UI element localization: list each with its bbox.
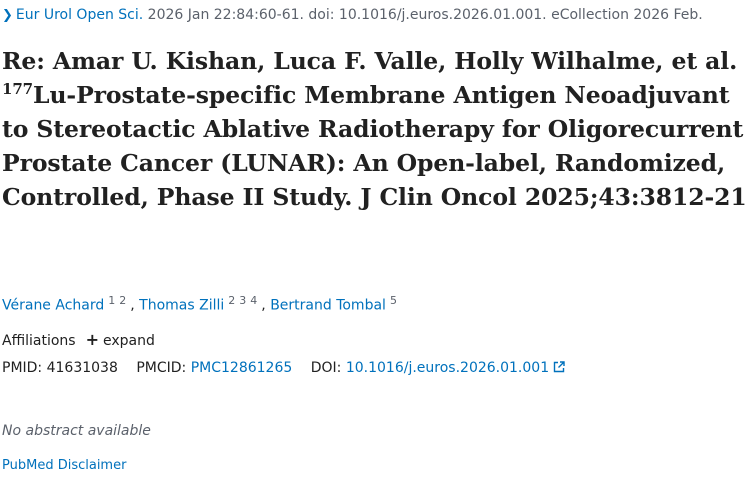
identifiers-row: PMID: 41631038 PMCID: PMC12861265 DOI: 1…	[2, 359, 565, 377]
authors-list: Vérane Achard 1 2, Thomas Zilli 2 3 4, Bertra…	[2, 292, 401, 315]
pmcid-label: PMCID:	[136, 360, 187, 376]
affiliation-number[interactable]: 4	[250, 294, 257, 307]
author-link[interactable]: Thomas Zilli	[139, 298, 224, 314]
chevron-right-icon[interactable]: ❯	[2, 8, 13, 23]
external-link-icon[interactable]	[553, 361, 565, 373]
author-affiliation-numbers: 234	[228, 292, 261, 315]
title-part-1: Re: Amar U. Kishan, Luca F. Valle, Holly…	[2, 47, 738, 75]
author-affiliation-numbers: 12	[108, 292, 130, 315]
affiliation-number[interactable]: 2	[119, 294, 126, 307]
affiliation-number[interactable]: 2	[228, 294, 235, 307]
doi-link[interactable]: 10.1016/j.euros.2026.01.001	[346, 360, 549, 376]
author-separator: ,	[130, 297, 140, 314]
article-page: ❯ Eur Urol Open Sci. 2026 Jan 22:84:60-61…	[0, 0, 750, 500]
affiliation-number[interactable]: 5	[390, 294, 397, 307]
author-link[interactable]: Bertrand Tombal	[270, 298, 386, 314]
affiliation-number[interactable]: 1	[108, 294, 115, 307]
title-part-2: Lu-Prostate-specific Membrane Antigen Ne…	[2, 81, 747, 211]
citation-line: ❯ Eur Urol Open Sci. 2026 Jan 22:84:60-61…	[2, 6, 703, 25]
author-link[interactable]: Vérane Achard	[2, 298, 104, 314]
affiliations-label: Affiliations	[2, 333, 76, 349]
expand-button[interactable]: expand	[103, 333, 155, 349]
article-title: Re: Amar U. Kishan, Luca F. Valle, Holly…	[2, 44, 750, 214]
plus-icon[interactable]: +	[86, 330, 99, 349]
title-superscript: 177	[2, 80, 34, 99]
affiliations-toggle[interactable]: Affiliations + expand	[2, 331, 155, 350]
doi-label: DOI:	[310, 360, 342, 376]
no-abstract-note: No abstract available	[2, 423, 151, 439]
pmid-label: PMID:	[2, 360, 43, 376]
pmid-value: 41631038	[46, 360, 118, 376]
journal-link[interactable]: Eur Urol Open Sci.	[16, 7, 143, 23]
pmcid-link[interactable]: PMC12861265	[191, 360, 293, 376]
author-affiliation-numbers: 5	[390, 292, 401, 315]
citation-details: 2026 Jan 22:84:60-61. doi: 10.1016/j.eur…	[147, 7, 703, 23]
affiliation-number[interactable]: 3	[239, 294, 246, 307]
pubmed-disclaimer-link[interactable]: PubMed Disclaimer	[2, 458, 126, 473]
author-separator: ,	[261, 297, 271, 314]
